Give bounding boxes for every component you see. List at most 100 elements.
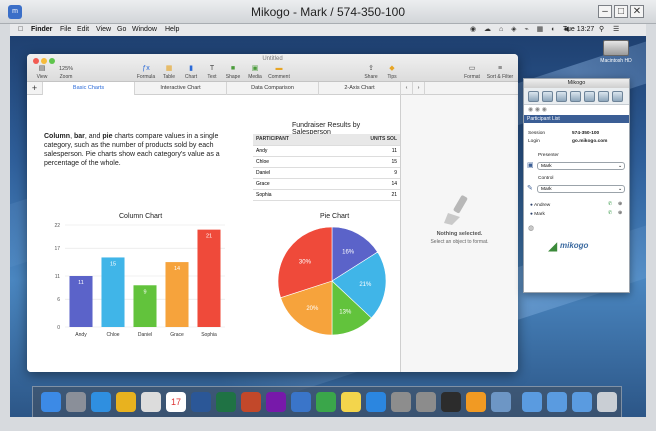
table-row[interactable]: Sophia 21 — [253, 189, 400, 201]
dock-keynote-icon[interactable] — [291, 392, 311, 412]
dock-utility-icon[interactable] — [416, 392, 436, 412]
table-cell[interactable]: 15 — [332, 156, 400, 168]
toolbar-share[interactable]: ⇪ Share — [361, 65, 381, 80]
control-select[interactable]: Mark ⌄ — [537, 185, 625, 193]
dock-word-icon[interactable] — [191, 392, 211, 412]
close-button[interactable]: ✕ — [630, 5, 644, 18]
mini-icons: ◉ ◉ ◉ — [528, 107, 548, 113]
phone-icon[interactable]: ✆ — [608, 211, 612, 216]
table-header-row: PARTICIPANT UNITS SOL — [253, 134, 400, 146]
dock-powerpoint-icon[interactable] — [241, 392, 261, 412]
toolbar-table[interactable]: ▦ Table — [159, 65, 179, 80]
toolbar-format[interactable]: ▭ Format — [461, 65, 483, 80]
tab-basic-charts[interactable]: Basic Charts — [43, 82, 135, 95]
tab-interactive-chart[interactable]: Interactive Chart — [135, 82, 227, 95]
table-cell[interactable]: 21 — [332, 189, 400, 201]
dock-pages-icon[interactable] — [466, 392, 486, 412]
dock-terminal-icon[interactable] — [441, 392, 461, 412]
dock-onenote-icon[interactable] — [266, 392, 286, 412]
settings-icon[interactable] — [598, 91, 609, 102]
more-icon[interactable]: ⊕ — [618, 211, 622, 216]
dock-folder-icon[interactable] — [572, 392, 592, 412]
participant-item[interactable]: ● Mark ✆ ⊕ — [530, 211, 626, 217]
dock-finder-icon[interactable] — [41, 392, 61, 412]
keynote-toolbar: Untitled ▤ View 125% Zoom ƒx Formula ▦ Table… — [27, 54, 518, 82]
toolbar-chart[interactable]: ▮ Chart — [181, 65, 201, 80]
dock-chrome-icon[interactable] — [116, 392, 136, 412]
tab-scroll-right-icon[interactable]: › — [413, 82, 425, 95]
shape-icon: ■ — [230, 65, 236, 72]
table-cell[interactable]: Chloe — [253, 156, 333, 168]
toolbar-tips[interactable]: ◆ Tips — [383, 65, 401, 80]
chat-icon[interactable]: ◍ — [528, 224, 534, 232]
dock-preferences-icon[interactable] — [391, 392, 411, 412]
dock-trash-icon[interactable] — [597, 392, 617, 412]
tab-scroll-left-icon[interactable]: ‹ — [401, 82, 413, 95]
table-cell[interactable]: Grace — [253, 178, 333, 190]
dock-excel-icon[interactable] — [216, 392, 236, 412]
dock-notes-icon[interactable] — [341, 392, 361, 412]
toolbar-sort-filter[interactable]: ≡ Sort & Filter — [483, 65, 517, 80]
search-icon[interactable]: ⚲ — [599, 24, 604, 36]
toolbar-media[interactable]: ▣ Media — [245, 65, 265, 80]
drive-desktop-icon[interactable]: Macintosh HD — [596, 40, 636, 64]
screen-share-icon[interactable] — [584, 91, 595, 102]
column-header[interactable]: PARTICIPANT — [253, 134, 333, 146]
menu-finder[interactable]: Finder — [31, 24, 52, 36]
dock-app-store-icon[interactable] — [366, 392, 386, 412]
dock-numbers-icon[interactable] — [316, 392, 336, 412]
maximize-button[interactable]: □ — [614, 5, 628, 18]
table-cell[interactable]: 11 — [332, 145, 400, 157]
menu-list-icon[interactable]: ☰ — [613, 24, 619, 36]
table-row[interactable]: Chloe 15 — [253, 156, 400, 168]
dock-calendar-icon[interactable]: 17 — [166, 392, 186, 412]
menu-edit[interactable]: Edit — [77, 24, 89, 36]
data-table[interactable]: PARTICIPANT UNITS SOL Andy 11 Chloe 15 Dan… — [253, 134, 400, 201]
intro-text: Column, bar, and pie charts compare valu… — [44, 133, 220, 167]
dock-preview-icon[interactable] — [491, 392, 511, 412]
menu-window[interactable]: Window — [132, 24, 157, 36]
participant-list-header[interactable]: Participant List — [524, 115, 629, 123]
menu-view[interactable]: View — [96, 24, 111, 36]
dock-folder-icon[interactable] — [522, 392, 542, 412]
table-cell[interactable]: 14 — [332, 178, 400, 190]
add-sheet-button[interactable]: + — [27, 82, 43, 95]
phone-icon[interactable]: ✆ — [608, 202, 612, 207]
menu-file[interactable]: File — [60, 24, 71, 36]
toolbar-formula[interactable]: ƒx Formula — [135, 65, 157, 80]
y-tick-label: 6 — [57, 297, 60, 303]
presenter-select[interactable]: Mark ⌄ — [537, 162, 625, 170]
table-cell[interactable]: Daniel — [253, 167, 333, 179]
table-row[interactable]: Grace 14 — [253, 178, 400, 190]
pointer-icon[interactable] — [542, 91, 553, 102]
participants-icon[interactable] — [570, 91, 581, 102]
dock-launchpad-icon[interactable] — [66, 392, 86, 412]
dock-folder-icon[interactable] — [547, 392, 567, 412]
toolbar-text[interactable]: T Text — [203, 65, 221, 80]
menu-go[interactable]: Go — [117, 24, 126, 36]
info-icon[interactable] — [612, 91, 623, 102]
pie-chart[interactable]: 16% 21% 13% 20% 30% — [277, 225, 387, 339]
table-row[interactable]: Daniel 9 — [253, 167, 400, 179]
table-cell[interactable]: Sophia — [253, 189, 333, 201]
tab-data-comparison[interactable]: Data Comparison — [227, 82, 319, 95]
toolbar-shape[interactable]: ■ Shape — [223, 65, 243, 80]
column-chart[interactable]: 0 6 11 17 22 11 Andy 15 Chloe 9 Daniel 14 Grace 21 Sop… — [39, 221, 229, 343]
dock-photos-icon[interactable] — [141, 392, 161, 412]
toolbar-view[interactable]: ▤ View — [31, 65, 53, 80]
toolbar-zoom[interactable]: 125% Zoom — [53, 65, 79, 80]
apple-icon[interactable]:  — [18, 24, 23, 36]
table-row[interactable]: Andy 11 — [253, 145, 400, 157]
column-header[interactable]: UNITS SOL — [332, 134, 400, 146]
menu-help[interactable]: Help — [165, 24, 179, 36]
toolbar-comment[interactable]: ▬ Comment — [267, 65, 291, 80]
minimize-button[interactable]: – — [598, 5, 612, 18]
headset-icon[interactable] — [556, 91, 567, 102]
table-cell[interactable]: 9 — [332, 167, 400, 179]
table-cell[interactable]: Andy — [253, 145, 333, 157]
start-session-icon[interactable] — [528, 91, 539, 102]
tab-2-axis-chart[interactable]: 2-Axis Chart — [319, 82, 401, 95]
dock-safari-icon[interactable] — [91, 392, 111, 412]
participant-item[interactable]: ● Andrew ✆ ⊕ — [530, 202, 626, 208]
more-icon[interactable]: ⊕ — [618, 202, 622, 207]
